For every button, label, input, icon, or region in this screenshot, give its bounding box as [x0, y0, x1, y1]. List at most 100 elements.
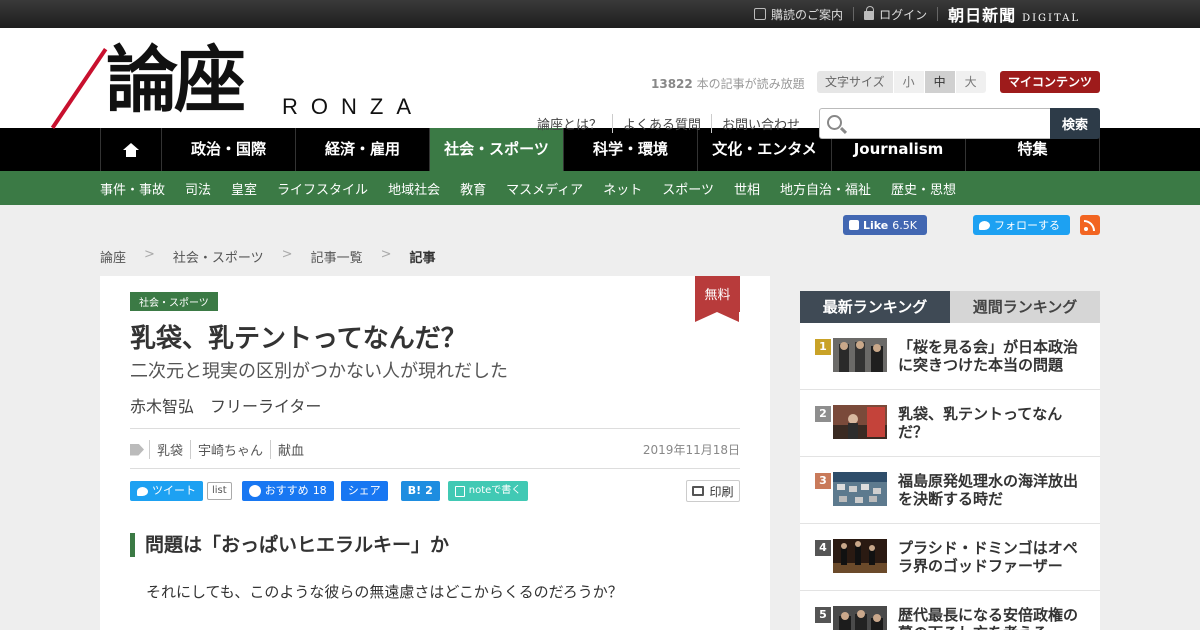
category-badge[interactable]: 社会・スポーツ: [130, 292, 218, 311]
font-size-label: 文字サイズ: [817, 71, 893, 93]
subscription-guide-link[interactable]: 購読のご案内: [754, 6, 843, 23]
note-label: noteで書く: [468, 485, 522, 496]
subnav-item[interactable]: スポーツ: [662, 179, 714, 198]
facebook-share-button[interactable]: シェア: [340, 481, 388, 501]
nav-science[interactable]: 科学・環境: [563, 128, 697, 171]
my-contents-button[interactable]: マイコンテンツ: [1000, 71, 1100, 93]
logo-kanji: 論座: [106, 37, 246, 122]
ranking-thumbnail: [833, 606, 887, 630]
help-links: 論座とは？ よくある質問 お問い合わせ: [537, 114, 810, 133]
site-header: 論座 RONZA 13822 本の記事が読み放題 文字サイズ 小 中 大 マイコ…: [0, 28, 1200, 139]
breadcrumb-category[interactable]: 社会・スポーツ: [173, 247, 264, 266]
search-input[interactable]: [850, 109, 1045, 138]
rank-number: 1: [815, 339, 831, 355]
search-box: [819, 108, 1050, 139]
tag-item[interactable]: 乳袋: [149, 440, 190, 459]
tweet-label: ツイート: [152, 484, 196, 497]
subnav-item[interactable]: 司法: [185, 179, 211, 198]
facebook-icon: [248, 485, 261, 497]
nav-politics[interactable]: 政治・国際: [161, 128, 295, 171]
breadcrumb-home[interactable]: 論座: [100, 247, 126, 266]
read-count-number: 13822: [651, 77, 693, 91]
read-count: 13822 本の記事が読み放題: [651, 75, 805, 92]
subnav-item[interactable]: ネット: [603, 179, 642, 198]
subnav-item[interactable]: 歴史・思想: [891, 179, 956, 198]
ranking-item[interactable]: 5 歴代最長になる安倍政権の幕の下ろし方を考える: [800, 591, 1100, 630]
top-bar: 購読のご案内 ログイン 朝日新聞 DIGITAL: [0, 0, 1200, 28]
ranking-title: 福島原発処理水の海洋放出を決断する時だ: [898, 472, 1079, 508]
breadcrumb-current: 記事: [409, 251, 436, 266]
subnav-item[interactable]: 教育: [460, 179, 486, 198]
divider: [130, 428, 740, 429]
twitter-list-button[interactable]: list: [207, 482, 232, 500]
lock-icon: [864, 6, 875, 20]
edit-icon: [754, 8, 767, 20]
share-buttons: ツイート list おすすめ 18 シェア B! 2 noteで書く: [130, 481, 535, 501]
facebook-recommend-button[interactable]: おすすめ 18: [241, 481, 334, 501]
ranking-title: 歴代最長になる安倍政権の幕の下ろし方を考える: [898, 606, 1079, 630]
ranking-item[interactable]: 1 「桜を見る会」が日本政治に突きつけた本当の問題: [800, 323, 1100, 390]
logo-red-slash: [50, 48, 108, 129]
asahi-logo-digital: DIGITAL: [1022, 13, 1080, 24]
login-link[interactable]: ログイン: [864, 6, 927, 23]
ranking-tabs: 最新ランキング 週間ランキング: [800, 291, 1100, 323]
article-author[interactable]: 赤木智弘 フリーライター: [130, 393, 321, 417]
note-button[interactable]: noteで書く: [447, 481, 529, 501]
subnav-item[interactable]: ライフスタイル: [277, 179, 368, 198]
about-link[interactable]: 論座とは？: [537, 114, 612, 133]
sub-nav: 事件・事故 司法 皇室 ライフスタイル 地域社会 教育 マスメディア ネット ス…: [0, 171, 1200, 205]
tag-item[interactable]: 献血: [270, 440, 311, 459]
font-size-large[interactable]: 大: [954, 71, 986, 93]
font-size-small[interactable]: 小: [892, 71, 924, 93]
tag-icon: [130, 443, 144, 456]
breadcrumb-separator: >: [144, 247, 155, 262]
ranking-list: 1 「桜を見る会」が日本政治に突きつけた本当の問題 2 乳袋、乳テントってなんだ…: [800, 323, 1100, 630]
subnav-item[interactable]: 世相: [734, 179, 760, 198]
rss-icon[interactable]: [1080, 215, 1100, 235]
ranking-item[interactable]: 4 プラシド・ドミンゴはオペラ界のゴッドファーザー: [800, 524, 1100, 591]
ronza-logo[interactable]: 論座: [50, 36, 274, 129]
login-label: ログイン: [879, 7, 928, 22]
contact-link[interactable]: お問い合わせ: [711, 114, 810, 133]
twitter-follow-button[interactable]: フォローする: [973, 215, 1070, 235]
facebook-like-button[interactable]: Like 6.5K: [843, 215, 927, 235]
subnav-item[interactable]: 地方自治・福祉: [780, 179, 871, 198]
breadcrumb-list[interactable]: 記事一覧: [311, 247, 363, 266]
subscription-guide-label: 購読のご案内: [771, 7, 844, 22]
subnav-item[interactable]: 事件・事故: [100, 179, 165, 198]
rank-number: 2: [815, 406, 831, 422]
divider: [937, 7, 939, 21]
tweet-button[interactable]: ツイート: [130, 481, 203, 501]
publish-date: 2019年11月18日: [642, 443, 740, 457]
subnav-item[interactable]: 皇室: [231, 179, 257, 198]
tag-item[interactable]: 宇崎ちゃん: [190, 440, 270, 459]
asahi-digital-logo[interactable]: 朝日新聞 DIGITAL: [948, 2, 1080, 26]
thumbs-up-icon: [849, 220, 859, 230]
hatena-bookmark-button[interactable]: B! 2: [400, 481, 440, 501]
search-icon: [827, 115, 842, 130]
font-size-medium[interactable]: 中: [923, 71, 955, 93]
tab-weekly-ranking[interactable]: 週間ランキング: [950, 291, 1100, 323]
breadcrumb: 論座 > 社会・スポーツ > 記事一覧 > 記事: [100, 247, 436, 266]
article-title: 乳袋、乳テントってなんだ？: [130, 324, 467, 354]
article-subtitle: 二次元と現実の区別がつかない人が現れだした: [130, 361, 508, 382]
nav-home[interactable]: [100, 128, 161, 171]
nav-economy[interactable]: 経済・雇用: [295, 128, 429, 171]
ranking-item[interactable]: 2 乳袋、乳テントってなんだ？: [800, 390, 1100, 457]
ranking-thumbnail: [833, 539, 887, 573]
subnav-item[interactable]: 地域社会: [388, 179, 440, 198]
search-button[interactable]: 検索: [1050, 108, 1100, 139]
ranking-title: 乳袋、乳テントってなんだ？: [898, 405, 1063, 441]
tab-latest-ranking[interactable]: 最新ランキング: [800, 291, 950, 323]
ranking-item[interactable]: 3 福島原発処理水の海洋放出を決断する時だ: [800, 457, 1100, 524]
search-bar: 検索: [819, 108, 1100, 139]
twitter-bird-icon: [137, 486, 148, 496]
subnav-item[interactable]: マスメディア: [506, 179, 583, 198]
logo-roman: RONZA: [282, 94, 424, 119]
print-button[interactable]: 印刷: [686, 480, 740, 502]
nav-society[interactable]: 社会・スポーツ: [429, 128, 563, 171]
free-badge: 無料: [695, 276, 740, 322]
asahi-logo-kanji: 朝日新聞: [948, 6, 1017, 25]
faq-link[interactable]: よくある質問: [612, 114, 711, 133]
nav-culture[interactable]: 文化・エンタメ: [697, 128, 831, 171]
